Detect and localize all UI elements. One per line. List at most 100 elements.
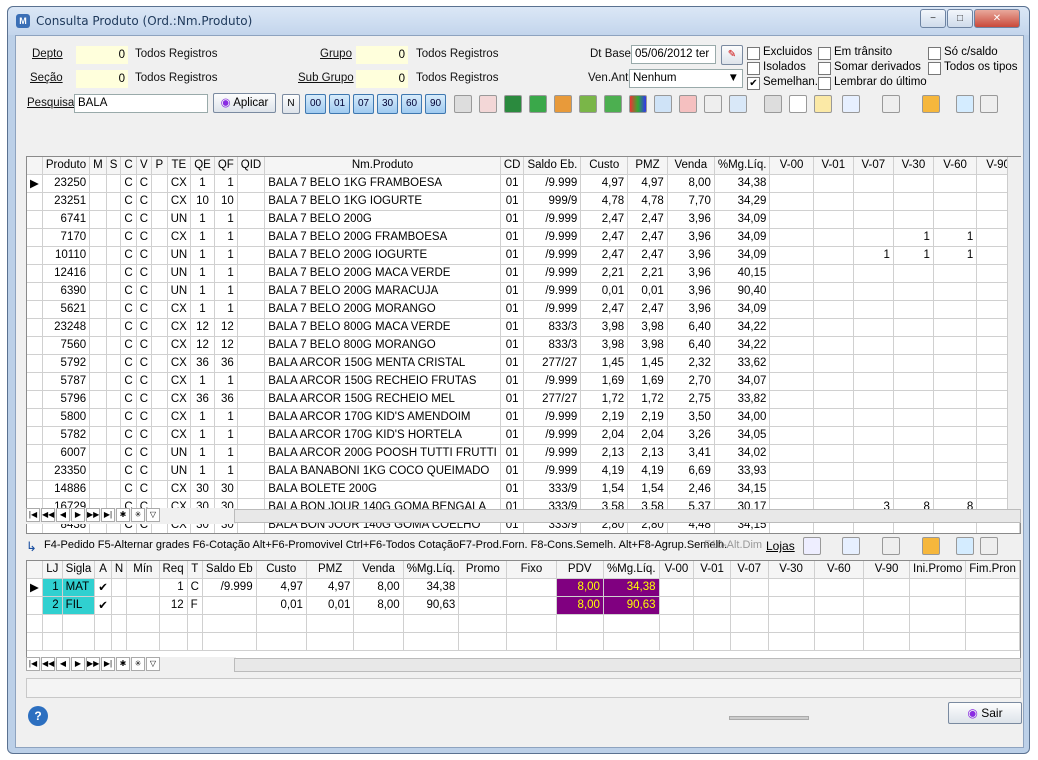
table-row[interactable]: 14886 C C CX 30 30 BALA BOLETE 200G 01 333/9 1,54… [27,480,1020,499]
day-button-60[interactable]: 60 [401,94,422,114]
eraser-icon[interactable]: ✎ [721,45,743,65]
day-button-01[interactable]: 01 [329,94,350,114]
grid-filter-icon[interactable]: ▽ [146,508,160,522]
filter-icon-2[interactable] [956,537,974,555]
so-c-saldo-checkbox[interactable] [928,47,941,60]
table-row[interactable]: 23248 C C CX 12 12 BALA 7 BELO 800G MACA VERDE… [27,318,1020,337]
document-icon[interactable] [479,95,497,113]
table-row[interactable]: 6007 C C UN 1 1 BALA ARCOR 200G POOSH TUTTI FR… [27,444,1020,463]
table-row[interactable]: 23251 C C CX 10 10 BALA 7 BELO 1KG IOGURTE 01 99… [27,192,1020,211]
aplicar-button[interactable]: ◉ Aplicar [213,93,276,113]
folder-search-icon[interactable] [814,95,832,113]
maximize-button[interactable]: □ [947,9,973,28]
table-row[interactable]: 7170 C C CX 1 1 BALA 7 BELO 200G FRAMBOESA 01/9… [27,228,1020,247]
todos-tipos-checkbox[interactable] [928,62,941,75]
bills-icon[interactable] [604,95,622,113]
depto-input[interactable]: 0 [76,46,128,64]
cube-icon[interactable] [980,95,998,113]
truck-icon[interactable] [504,95,522,113]
cube-icon-2[interactable] [980,537,998,555]
products-horizontal-scrollbar[interactable] [234,509,1021,523]
search-input[interactable]: BALA [74,94,208,113]
products-vertical-scrollbar[interactable] [1007,157,1021,519]
secao-input[interactable]: 0 [76,70,128,88]
insert-record-button-2[interactable]: ✱ [116,657,130,671]
next-page-button[interactable]: ▶▶ [86,508,100,522]
cancel-doc-icon[interactable] [679,95,697,113]
filter-icon[interactable] [956,95,974,113]
hand-icon[interactable] [922,95,940,113]
last-record-button-2[interactable]: ▶| [101,657,115,671]
table-row[interactable]: 5621 C C CX 1 1 BALA 7 BELO 200G MORANGO 01/9.9… [27,300,1020,319]
table-row[interactable]: 5796 C C CX 36 36 BALA ARCOR 150G RECHEIO MEL 0… [27,390,1020,409]
stores-horizontal-scrollbar[interactable] [234,658,1021,672]
grid-filter-icon-2[interactable]: ▽ [146,657,160,671]
bar-chart-icon[interactable] [629,95,647,113]
products-grid[interactable]: Produto M S C V P TE QE QF QID Nm.Produto CD Saldo E… [26,156,1021,534]
table-row[interactable]: ▶ 1 MAT ✔ 1 C/9.999 4,97 4,97 8,00 34,38 8,00 34,38 [27,578,1020,597]
first-record-button[interactable]: |◀ [26,508,40,522]
prev-record-button-2[interactable]: ◀ [56,657,70,671]
calendar-icon[interactable] [704,95,722,113]
hierarchy-icon[interactable] [842,95,860,113]
venant-select[interactable]: Nenhum ▼ [629,69,743,88]
prev-page-button[interactable]: ◀◀ [41,508,55,522]
em-transito-checkbox[interactable] [818,47,831,60]
last-record-button[interactable]: ▶| [101,508,115,522]
magnifier-icon[interactable] [654,95,672,113]
day-button-07[interactable]: 07 [353,94,374,114]
day-button-90[interactable]: 90 [425,94,446,114]
table-row[interactable]: 6741 C C UN 1 1 BALA 7 BELO 200G 01/9.999 2,47 2,… [27,210,1020,229]
table-row[interactable]: 5787 C C CX 1 1 BALA ARCOR 150G RECHEIO FRUTAS… [27,372,1020,391]
table-row[interactable]: 5792 C C CX 36 36 BALA ARCOR 150G MENTA CRISTA… [27,354,1020,373]
subgrupo-input[interactable]: 0 [356,70,408,88]
excluidos-checkbox[interactable] [747,47,760,60]
table-row[interactable]: 2 FIL ✔ 12 F 0,01 0,01 8,00 90,63 8,00 90,63 [27,596,1020,615]
table-row[interactable]: 12416 C C UN 1 1 BALA 7 BELO 200G MACA VERDE 01… [27,264,1020,283]
delete-record-button[interactable]: ✳ [131,508,145,522]
close-button[interactable]: ✕ [974,9,1020,28]
table-row[interactable]: 10110 C C UN 1 1 BALA 7 BELO 200G IOGURTE 01/9.… [27,246,1020,265]
refresh-icon[interactable] [729,95,747,113]
delete-record-button-2[interactable]: ✳ [131,657,145,671]
slider[interactable] [729,716,809,720]
lembrar-ultimo-checkbox[interactable] [818,77,831,90]
next-page-button-2[interactable]: ▶▶ [86,657,100,671]
table-row[interactable]: 5782 C C CX 1 1 BALA ARCOR 170G KID'S HORTELA 0… [27,426,1020,445]
day-button-n[interactable]: N [282,94,300,114]
hierarchy-icon-2[interactable] [842,537,860,555]
minimize-button[interactable]: − [920,9,946,28]
table-row[interactable]: ▶ 23250 C C CX 1 1 BALA 7 BELO 1KG FRAMBOESA 01/… [27,174,1020,193]
prev-page-button-2[interactable]: ◀◀ [41,657,55,671]
somar-derivados-checkbox[interactable] [818,62,831,75]
copy-icon[interactable] [803,537,821,555]
help-icon[interactable]: ? [28,706,48,726]
barcode-icon[interactable] [789,95,807,113]
calculator-icon[interactable] [454,95,472,113]
sair-button[interactable]: ◉ Sair [948,702,1022,724]
hand-icon-2[interactable] [922,537,940,555]
table-row[interactable]: 23350 C C UN 1 1 BALA BANABONI 1KG COCO QUEIMA… [27,462,1020,481]
next-record-button[interactable]: ▶ [71,508,85,522]
cash-icon[interactable] [579,95,597,113]
table-row[interactable]: 7560 C C CX 12 12 BALA 7 BELO 800G MORANGO 01 83… [27,336,1020,355]
insert-record-button[interactable]: ✱ [116,508,130,522]
lojas-label[interactable]: Lojas [766,539,795,553]
first-record-button-2[interactable]: |◀ [26,657,40,671]
money-icon[interactable] [529,95,547,113]
isolados-checkbox[interactable] [747,62,760,75]
semelhan-checkbox[interactable]: ✔ [747,77,760,90]
next-record-button-2[interactable]: ▶ [71,657,85,671]
table-row[interactable]: 5800 C C CX 1 1 BALA ARCOR 170G KID'S AMENDOIM… [27,408,1020,427]
day-button-00[interactable]: 00 [305,94,326,114]
list-icon-2[interactable] [882,537,900,555]
dtbase-input[interactable]: 05/06/2012 ter [631,45,716,64]
prev-record-button[interactable]: ◀ [56,508,70,522]
report-icon[interactable] [764,95,782,113]
list-icon[interactable] [882,95,900,113]
grupo-input[interactable]: 0 [356,46,408,64]
table-row[interactable]: 6390 C C UN 1 1 BALA 7 BELO 200G MARACUJA 01/9.… [27,282,1020,301]
stores-grid[interactable]: LJ Sigla A N Mín Req T Saldo Eb Custo PMZ Venda %Mg… [26,560,1021,672]
chart-pie-icon[interactable] [554,95,572,113]
day-button-30[interactable]: 30 [377,94,398,114]
